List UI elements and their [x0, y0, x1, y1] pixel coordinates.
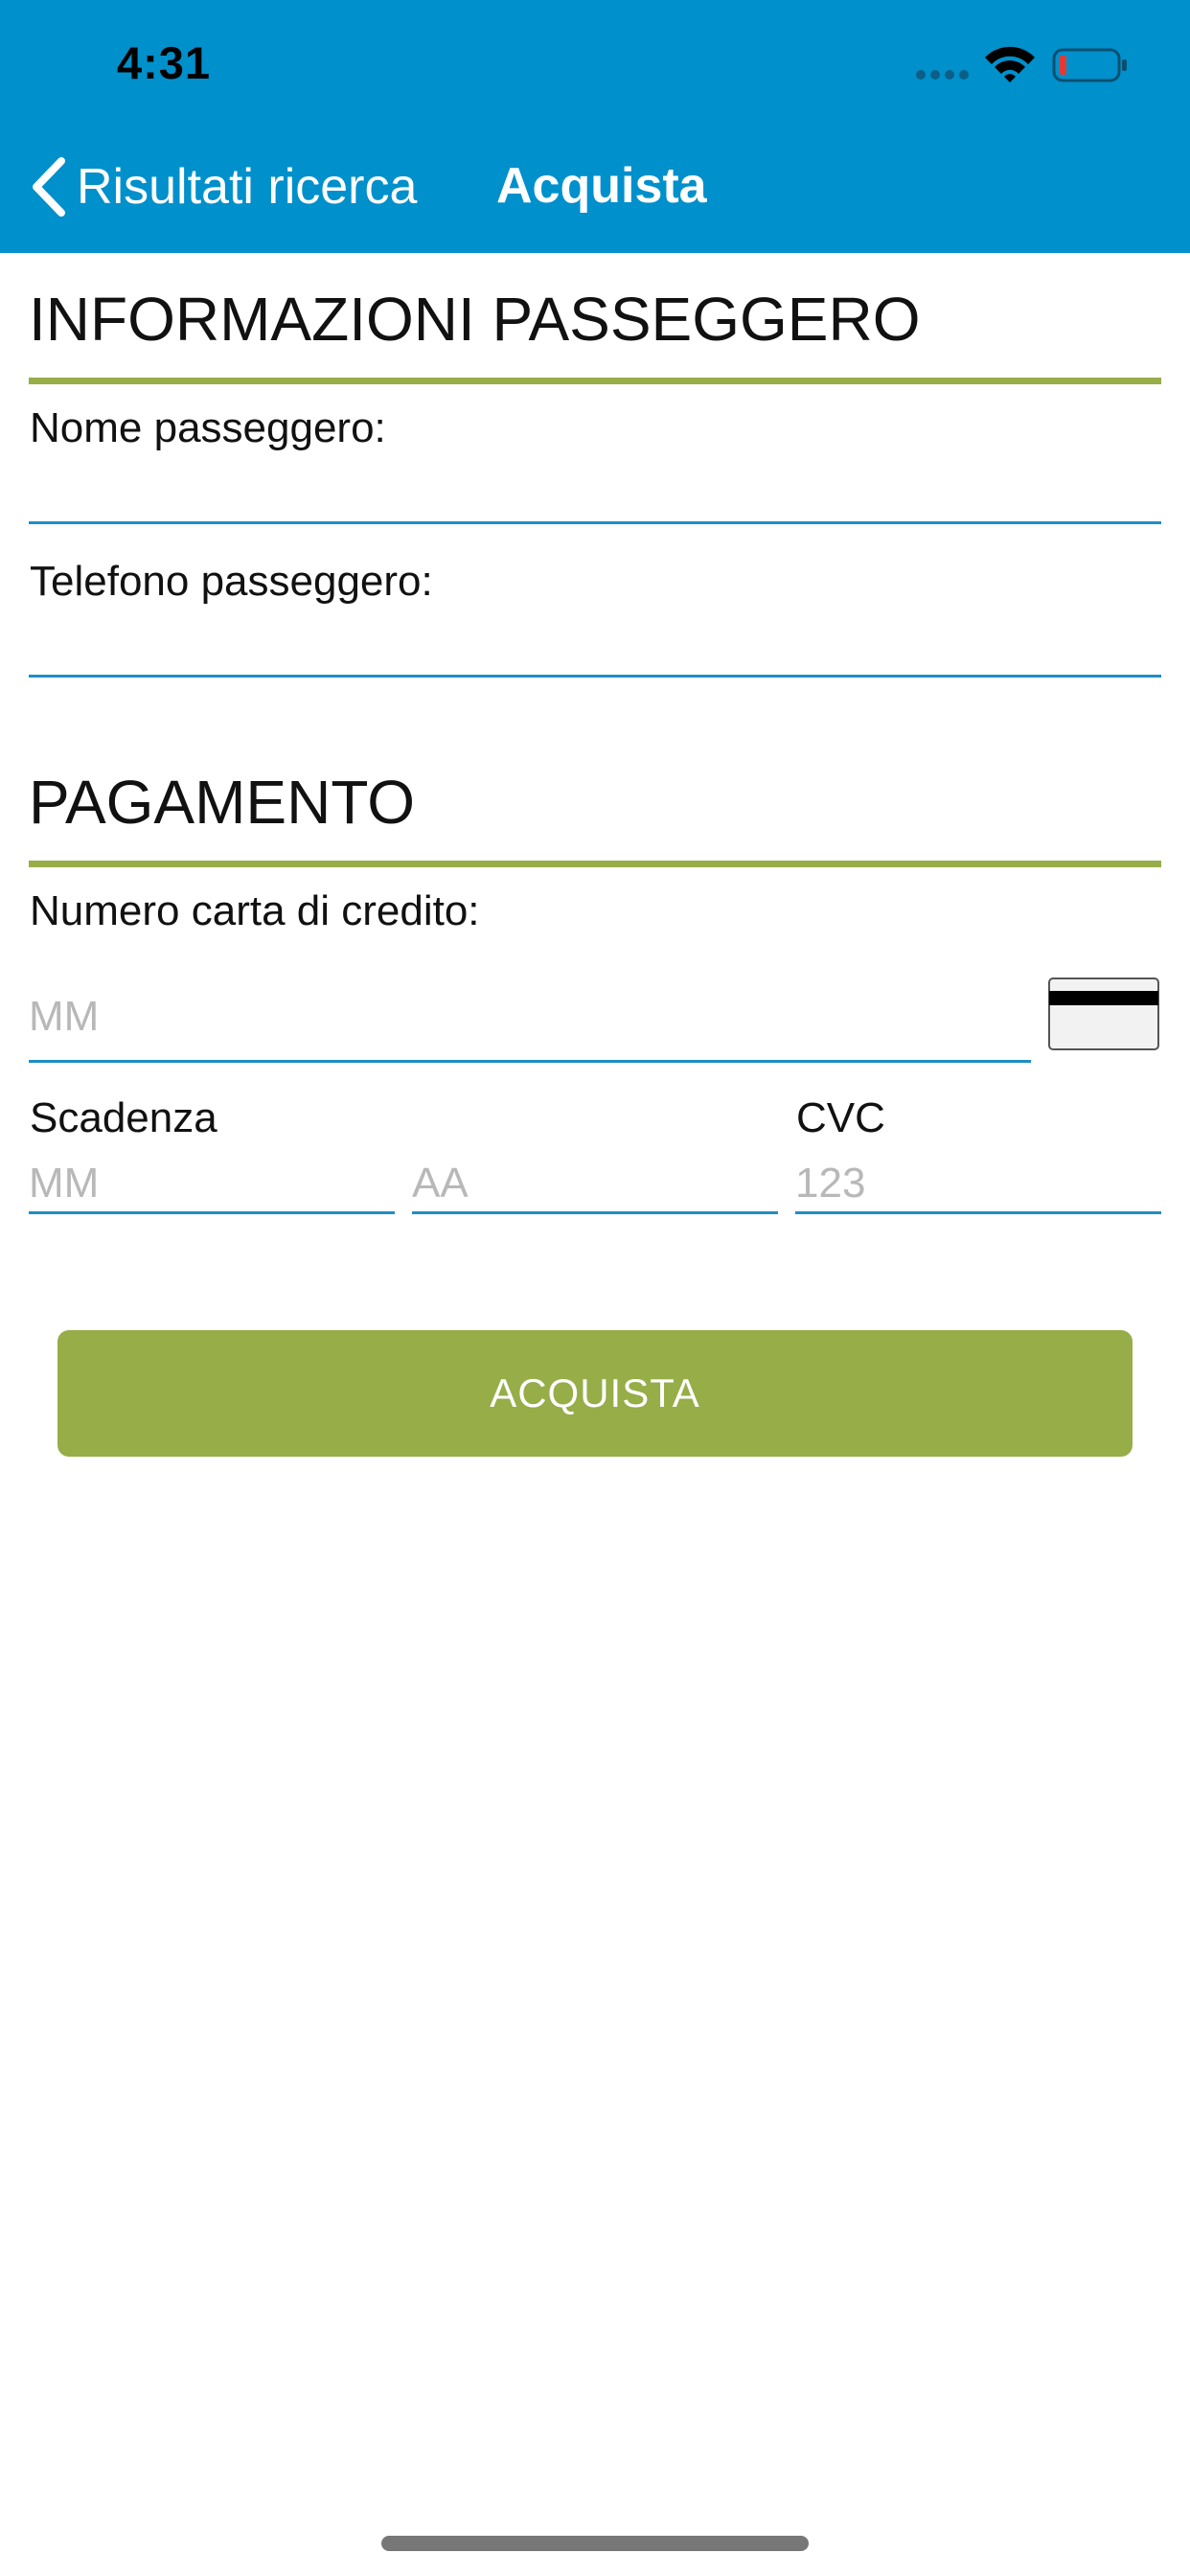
navigation-header: 4:31 Risultati ricerca Acquista: [0, 0, 1190, 253]
back-button[interactable]: Risultati ricerca: [29, 153, 417, 220]
passenger-phone-input[interactable]: [29, 615, 1161, 678]
expiry-year-input[interactable]: [412, 1156, 778, 1214]
status-time: 4:31: [117, 37, 212, 88]
card-number-label: Numero carta di credito:: [30, 887, 480, 934]
passenger-section-title: INFORMAZIONI PASSEGGERO: [29, 285, 921, 354]
wifi-icon: [985, 46, 1035, 82]
passenger-name-label: Nome passeggero:: [30, 404, 386, 451]
card-number-input[interactable]: [29, 974, 1031, 1063]
payment-section-title: PAGAMENTO: [29, 768, 416, 837]
cvc-label: CVC: [796, 1094, 885, 1141]
passenger-section-divider: [29, 378, 1161, 384]
passenger-name-input[interactable]: [29, 462, 1161, 524]
expiry-label: Scadenza: [30, 1094, 217, 1141]
payment-section-divider: [29, 861, 1161, 867]
home-indicator[interactable]: [381, 2536, 809, 2551]
credit-card-icon: [1048, 978, 1159, 1050]
chevron-left-icon: [33, 157, 65, 217]
passenger-phone-label: Telefono passeggero:: [30, 558, 433, 605]
page-title: Acquista: [496, 158, 707, 214]
back-button-label: Risultati ricerca: [77, 159, 418, 215]
cvc-input[interactable]: [795, 1156, 1161, 1214]
battery-icon: [1052, 48, 1127, 82]
buy-button[interactable]: ACQUISTA: [57, 1330, 1133, 1457]
cellular-signal-icon: [916, 70, 970, 80]
expiry-month-input[interactable]: [29, 1156, 395, 1214]
